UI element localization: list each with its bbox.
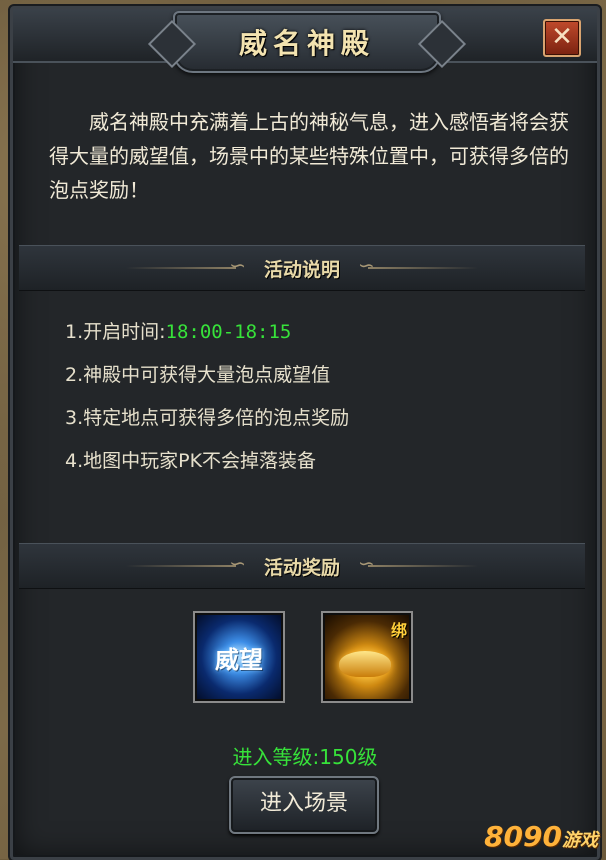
rule-item: 1.开启时间:18:00-18:15 [65, 311, 349, 354]
rule-text: 2.神殿中可获得大量泡点威望值 [65, 364, 331, 386]
reward-list: 威望 绑 [193, 611, 413, 703]
bound-badge: 绑 [390, 621, 407, 640]
rule-item: 2.神殿中可获得大量泡点威望值 [65, 354, 349, 397]
enter-scene-button[interactable]: 进入场景 [229, 776, 379, 834]
rule-item: 3.特定地点可获得多倍的泡点奖励 [65, 397, 349, 440]
site-watermark: 8090游戏 [484, 820, 598, 853]
prestige-icon-label: 威望 [215, 645, 263, 674]
rules-list: 1.开启时间:18:00-18:15 2.神殿中可获得大量泡点威望值 3.特定地… [65, 311, 349, 483]
watermark-brand: 8090 [484, 820, 562, 853]
ornament-right-icon [358, 253, 478, 277]
ornament-left-icon [125, 551, 246, 575]
event-dialog: 威名神殿 ✕ 威名神殿中充满着上古的神秘气息，进入感悟者将会获得大量的威望值，场… [10, 6, 600, 860]
dialog-title: 威名神殿 [238, 27, 375, 60]
rule-text: 1.开启时间: [65, 321, 166, 343]
gold-ingot-icon [339, 651, 391, 677]
level-requirement: 进入等级:150级 [232, 745, 378, 769]
close-button[interactable]: ✕ [543, 19, 581, 57]
rule-text: 4.地图中玩家PK不会掉落装备 [65, 450, 317, 472]
watermark-suffix: 游戏 [562, 830, 598, 851]
ornament-right-icon [358, 551, 478, 575]
gold-ingot-reward-slot[interactable]: 绑 [321, 611, 413, 703]
title-plate: 威名神殿 [173, 11, 441, 73]
rule-time-highlight: 18:00-18:15 [165, 321, 292, 343]
intro-text: 威名神殿中充满着上古的神秘气息，进入感悟者将会获得大量的威望值，场景中的某些特殊… [49, 110, 569, 202]
reward-section-title: 活动奖励 [263, 556, 340, 579]
rule-text: 3.特定地点可获得多倍的泡点奖励 [65, 407, 350, 429]
rule-item: 4.地图中玩家PK不会掉落装备 [65, 440, 349, 483]
prestige-reward-slot[interactable]: 威望 [193, 611, 285, 703]
reward-section-header: 活动奖励 [19, 543, 585, 589]
activity-section-header: 活动说明 [19, 245, 585, 291]
activity-section-title: 活动说明 [263, 258, 340, 281]
ornament-left-icon [125, 253, 246, 277]
